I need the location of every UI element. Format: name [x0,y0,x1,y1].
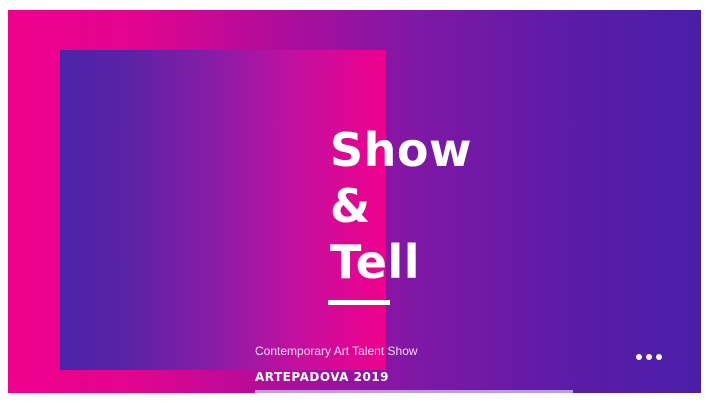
title-underline [328,300,390,305]
app-window: Show & Tell Contemporary Art Talent Show… [0,0,709,403]
more-horizontal-icon [646,354,652,360]
title-line-1: Show [330,123,472,177]
slide-subtitle: Contemporary Art Talent Show [255,344,418,358]
presentation-slide: Show & Tell Contemporary Art Talent Show… [8,10,701,393]
more-horizontal-icon [656,354,662,360]
more-options-button[interactable] [628,346,670,368]
more-horizontal-icon [636,354,642,360]
event-name: ARTEPADOVA 2019 [255,370,390,384]
slide-title: Show & Tell [330,122,472,290]
title-line-3: Tell [330,235,421,289]
bottom-divider [255,390,573,393]
title-line-2: & [330,179,371,233]
